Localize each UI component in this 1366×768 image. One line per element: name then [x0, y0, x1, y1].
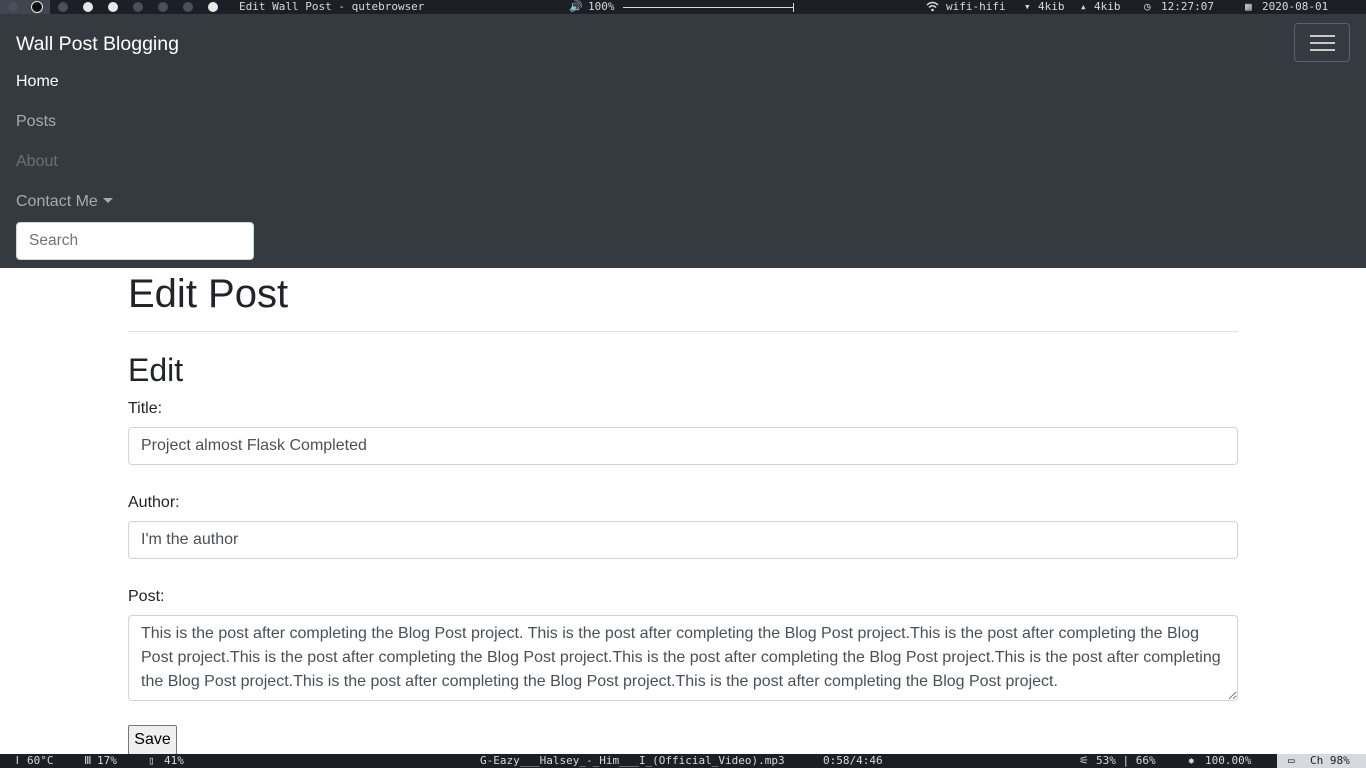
speaker-icon: 🔊	[569, 0, 583, 13]
section-title: Edit	[128, 352, 184, 388]
volume-slider[interactable]	[623, 7, 793, 8]
page-title: Edit Post	[128, 272, 289, 316]
workspace-3-dot[interactable]	[58, 2, 68, 12]
keyboard-layout-indicator: ▭ Ch 98%	[1277, 754, 1366, 768]
navbar-toggler-button[interactable]	[1294, 23, 1350, 62]
post-label: Post:	[128, 588, 165, 605]
wifi-icon	[926, 0, 939, 14]
workspace-6-dot[interactable]	[133, 2, 143, 12]
system-bottom-bar: ǀ 60°C Ⅲ 17% ▯ 41% G-Eazy___Halsey_-_Him…	[0, 754, 1366, 768]
memory-value: 41%	[164, 754, 184, 767]
system-top-bar: Edit Wall Post - qutebrowser 🔊 100% wifi…	[0, 0, 1366, 14]
workspace-7-dot[interactable]	[158, 2, 168, 12]
keyboard-icon: ▭	[1288, 754, 1295, 767]
hamburger-icon-bottom	[1310, 49, 1335, 51]
brightness-icon: ✸	[1188, 754, 1195, 767]
nav-dropdown-contact-label: Contact Me	[16, 193, 98, 210]
levels-icon: ⚟	[1079, 754, 1089, 767]
navbar-brand[interactable]: Wall Post Blogging	[16, 32, 179, 56]
title-label: Title:	[128, 400, 163, 417]
post-textarea[interactable]: This is the post after completing the Bl…	[128, 615, 1238, 701]
brightness-value: 100.00%	[1205, 754, 1252, 767]
volume-value: 100%	[588, 0, 615, 13]
workspace-8-dot[interactable]	[183, 2, 193, 12]
save-button[interactable]: Save	[128, 725, 177, 755]
media-track: G-Eazy___Halsey_-_Him___I_(Official_Vide…	[480, 754, 785, 767]
workspace-2-dot[interactable]	[32, 2, 42, 12]
upload-arrow-icon: ▴	[1080, 0, 1087, 13]
temperature-value: 60°C	[27, 754, 54, 767]
title-input[interactable]	[128, 427, 1238, 465]
volume-slider-end	[793, 3, 794, 12]
media-time: 0:58/4:46	[823, 754, 883, 767]
calendar-date: 2020-08-01	[1262, 0, 1329, 13]
clock-icon: ◷	[1144, 0, 1151, 13]
clock-time: 12:27:07	[1161, 0, 1214, 13]
calendar-icon: ▦	[1245, 0, 1252, 13]
cpu-value: 17%	[97, 754, 117, 767]
search-input[interactable]	[16, 222, 254, 260]
author-label: Author:	[128, 494, 180, 511]
hamburger-icon-middle	[1310, 42, 1335, 44]
keyboard-layout-value: Ch 98%	[1310, 754, 1350, 767]
thermometer-icon: ǀ	[14, 754, 21, 767]
nav-link-posts[interactable]: Posts	[16, 112, 56, 132]
workspace-4-dot[interactable]	[83, 2, 93, 12]
caret-down-icon	[102, 198, 113, 203]
hamburger-icon	[1310, 35, 1335, 37]
wifi-name: wifi-hifi	[946, 0, 1006, 13]
nav-link-about: About	[16, 153, 58, 170]
download-arrow-icon: ▾	[1024, 0, 1031, 13]
nav-link-home[interactable]: Home	[16, 72, 59, 92]
workspace-5-dot[interactable]	[108, 2, 118, 12]
navbar: Wall Post Blogging Home Posts About Cont…	[0, 14, 1366, 268]
workspace-9-dot[interactable]	[208, 2, 218, 12]
divider	[128, 331, 1238, 332]
download-rate: 4kib	[1038, 0, 1065, 13]
workspace-1-dot[interactable]	[8, 2, 18, 12]
upload-rate: 4kib	[1094, 0, 1121, 13]
author-input[interactable]	[128, 521, 1238, 559]
nav-dropdown-contact[interactable]: Contact Me	[16, 192, 113, 212]
levels-value: 53% | 66%	[1096, 754, 1156, 767]
cpu-icon: Ⅲ	[84, 754, 92, 767]
memory-icon: ▯	[148, 754, 155, 767]
window-title: Edit Wall Post - qutebrowser	[239, 0, 425, 13]
